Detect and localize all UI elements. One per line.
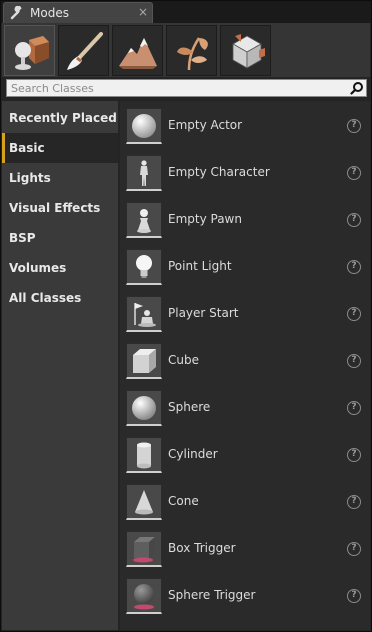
item-label: Point Light bbox=[168, 259, 232, 273]
help-icon[interactable]: ? bbox=[347, 307, 361, 321]
point-light-icon bbox=[136, 255, 152, 278]
item-thumbnail bbox=[126, 296, 162, 332]
list-item-point-light[interactable]: Point Light ? bbox=[120, 245, 370, 292]
place-mode-button[interactable] bbox=[4, 25, 55, 76]
modes-panel: Modes × Search Classes Recently Placed B… bbox=[0, 0, 372, 632]
paint-mode-button[interactable] bbox=[58, 25, 109, 76]
class-item-list: Empty Actor ? Empty Character ? Empty Pa… bbox=[120, 101, 370, 630]
item-label: Sphere Trigger bbox=[168, 588, 256, 602]
list-item-box-trigger[interactable]: Box Trigger ? bbox=[120, 527, 370, 574]
paint-mode-icon bbox=[67, 32, 103, 70]
box-trigger-icon bbox=[133, 537, 155, 563]
help-icon[interactable]: ? bbox=[347, 119, 361, 133]
category-volumes[interactable]: Volumes bbox=[2, 253, 118, 283]
foliage-mode-icon bbox=[177, 37, 208, 71]
item-thumbnail bbox=[126, 108, 162, 144]
category-basic[interactable]: Basic bbox=[2, 133, 118, 163]
item-thumbnail bbox=[126, 249, 162, 285]
item-label: Box Trigger bbox=[168, 541, 236, 555]
list-item-cube[interactable]: Cube ? bbox=[120, 339, 370, 386]
tab-title: Modes bbox=[30, 6, 69, 20]
geometry-mode-icon bbox=[232, 34, 265, 69]
empty-pawn-icon bbox=[137, 209, 151, 233]
help-icon[interactable]: ? bbox=[347, 213, 361, 227]
sphere-trigger-icon bbox=[134, 584, 154, 610]
item-label: Cube bbox=[168, 353, 199, 367]
list-item-cylinder[interactable]: Cylinder ? bbox=[120, 433, 370, 480]
category-lights[interactable]: Lights bbox=[2, 163, 118, 193]
help-icon[interactable]: ? bbox=[347, 542, 361, 556]
empty-character-icon bbox=[140, 160, 148, 186]
cylinder-icon bbox=[137, 442, 151, 469]
category-list: Recently Placed Basic Lights Visual Effe… bbox=[2, 101, 118, 630]
help-icon[interactable]: ? bbox=[347, 401, 361, 415]
place-mode-icon bbox=[15, 36, 49, 70]
list-item-empty-pawn[interactable]: Empty Pawn ? bbox=[120, 198, 370, 245]
item-thumbnail bbox=[126, 437, 162, 473]
help-icon[interactable]: ? bbox=[347, 495, 361, 509]
item-label: Empty Character bbox=[168, 165, 270, 179]
landscape-mode-icon bbox=[119, 38, 157, 69]
geometry-mode-button[interactable] bbox=[220, 25, 271, 76]
help-icon[interactable]: ? bbox=[347, 354, 361, 368]
item-thumbnail bbox=[126, 202, 162, 238]
list-item-cone[interactable]: Cone ? bbox=[120, 480, 370, 527]
foliage-mode-button[interactable] bbox=[166, 25, 217, 76]
search-box bbox=[6, 79, 367, 97]
sphere-icon bbox=[132, 396, 156, 420]
list-item-player-start[interactable]: Player Start ? bbox=[120, 292, 370, 339]
help-icon[interactable]: ? bbox=[347, 448, 361, 462]
item-label: Player Start bbox=[168, 306, 239, 320]
item-thumbnail bbox=[126, 390, 162, 426]
search-input[interactable] bbox=[7, 80, 343, 96]
search-icon[interactable] bbox=[350, 81, 364, 95]
category-bsp[interactable]: BSP bbox=[2, 223, 118, 253]
cube-icon bbox=[133, 349, 156, 373]
help-icon[interactable]: ? bbox=[347, 589, 361, 603]
wrench-icon bbox=[10, 6, 22, 20]
help-icon[interactable]: ? bbox=[347, 166, 361, 180]
category-visual-effects[interactable]: Visual Effects bbox=[2, 193, 118, 223]
item-thumbnail bbox=[126, 343, 162, 379]
item-label: Empty Pawn bbox=[168, 212, 242, 226]
tab-modes[interactable]: Modes × bbox=[3, 2, 153, 23]
item-thumbnail bbox=[126, 155, 162, 191]
item-thumbnail bbox=[126, 578, 162, 614]
list-item-empty-character[interactable]: Empty Character ? bbox=[120, 151, 370, 198]
landscape-mode-button[interactable] bbox=[112, 25, 163, 76]
list-item-sphere[interactable]: Sphere ? bbox=[120, 386, 370, 433]
player-start-icon bbox=[134, 303, 156, 327]
cone-icon bbox=[135, 490, 153, 515]
close-icon[interactable]: × bbox=[138, 5, 148, 19]
empty-actor-icon bbox=[132, 114, 156, 138]
mode-toolbar bbox=[2, 23, 370, 77]
item-thumbnail bbox=[126, 531, 162, 567]
category-all-classes[interactable]: All Classes bbox=[2, 283, 118, 313]
help-icon[interactable]: ? bbox=[347, 260, 361, 274]
list-item-sphere-trigger[interactable]: Sphere Trigger ? bbox=[120, 574, 370, 621]
list-item-empty-actor[interactable]: Empty Actor ? bbox=[120, 104, 370, 151]
item-label: Sphere bbox=[168, 400, 211, 414]
item-thumbnail bbox=[126, 484, 162, 520]
item-label: Cylinder bbox=[168, 447, 218, 461]
item-label: Cone bbox=[168, 494, 199, 508]
item-label: Empty Actor bbox=[168, 118, 243, 132]
category-recently-placed[interactable]: Recently Placed bbox=[2, 103, 118, 133]
tab-strip: Modes × bbox=[1, 1, 371, 23]
